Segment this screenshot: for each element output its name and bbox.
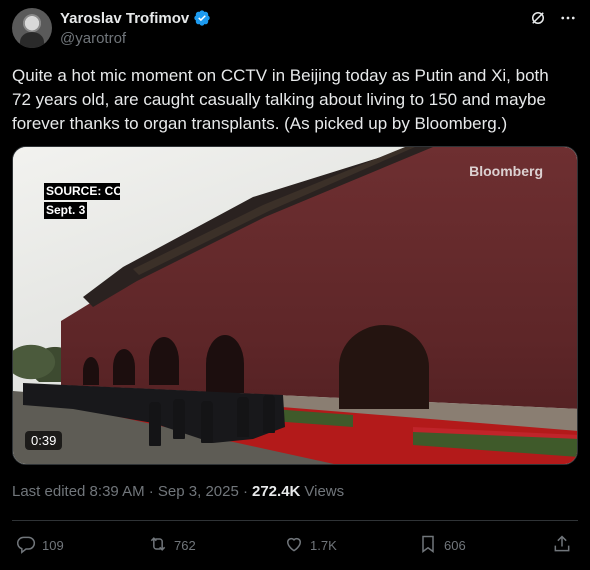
like-count: 1.7K	[310, 537, 337, 553]
views-label: Views	[304, 483, 345, 500]
video-arch	[149, 337, 179, 385]
video-arch	[83, 357, 99, 385]
video-walker	[237, 397, 249, 437]
views-count: 272.4K	[252, 483, 301, 500]
video-duration-badge: 0:39	[25, 431, 63, 450]
avatar[interactable]	[12, 8, 52, 48]
verified-badge-icon	[193, 9, 211, 27]
tweet-text: Quite a hot mic moment on CCTV in Beijin…	[12, 66, 549, 133]
reply-icon	[16, 534, 36, 557]
repost-icon	[148, 534, 168, 557]
video-walker	[173, 399, 185, 439]
share-button[interactable]	[552, 530, 572, 560]
tweet-meta: Last edited 8:39 AM · Sep 3, 2025 · 272.…	[12, 483, 344, 500]
video-arch	[206, 335, 244, 393]
heart-icon	[284, 534, 304, 557]
bookmark-button[interactable]: 606	[418, 530, 466, 560]
video-walker	[263, 395, 275, 433]
video-walker	[201, 401, 213, 443]
top-actions	[528, 8, 578, 28]
repost-button[interactable]: 762	[148, 530, 196, 560]
bookmark-count: 606	[444, 537, 466, 553]
video-player[interactable]: SOURCE: CC Sept. 3 Bloomberg 0:39	[12, 146, 578, 465]
video-caption-date: Sept. 3	[44, 202, 88, 219]
video-caption-source: SOURCE: CC	[44, 183, 120, 200]
author-display-name[interactable]: Yaroslav Trofimov	[60, 10, 189, 27]
edited-timestamp[interactable]: Last edited 8:39 AM · Sep 3, 2025 ·	[12, 483, 248, 500]
tweet: Yaroslav Trofimov @yarotrof Quite a hot …	[0, 0, 590, 570]
more-options-icon[interactable]	[558, 8, 578, 28]
author-name-row: Yaroslav Trofimov	[60, 9, 211, 27]
reply-button[interactable]: 109	[16, 530, 64, 560]
like-button[interactable]: 1.7K	[284, 530, 337, 560]
video-watermark-brand: Bloomberg	[469, 163, 543, 179]
action-bar: 109 762 1.7K 606	[12, 530, 578, 560]
video-arch	[339, 325, 429, 409]
share-icon	[552, 534, 572, 557]
video-walker	[149, 402, 161, 446]
bookmark-icon	[418, 534, 438, 557]
grok-icon[interactable]	[528, 8, 548, 28]
reply-count: 109	[42, 537, 64, 553]
divider	[12, 520, 578, 521]
author-handle[interactable]: @yarotrof	[60, 30, 126, 47]
repost-count: 762	[174, 537, 196, 553]
video-arch	[113, 349, 135, 385]
